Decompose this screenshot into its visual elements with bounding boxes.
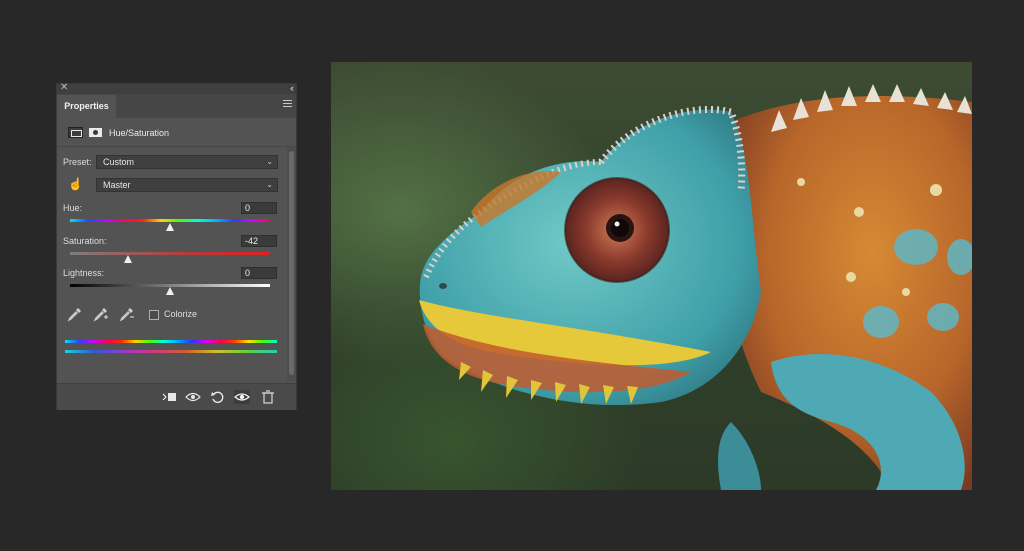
- panel-titlebar: ✕ ‹‹: [57, 82, 296, 94]
- saturation-slider-thumb[interactable]: [124, 255, 132, 263]
- input-color-bar: [65, 340, 277, 343]
- panel-tabbar: Properties: [57, 94, 296, 118]
- tab-properties[interactable]: Properties: [57, 95, 116, 118]
- panel-scrollbar[interactable]: [287, 147, 296, 381]
- chameleon-photo: [419, 84, 972, 490]
- view-previous-icon[interactable]: [185, 390, 201, 404]
- adjustment-layer-icon[interactable]: [68, 127, 83, 138]
- preset-dropdown[interactable]: Custom ⌄: [96, 155, 278, 169]
- channel-dropdown[interactable]: Master ⌄: [96, 178, 278, 192]
- eyedropper-icon[interactable]: [67, 306, 83, 322]
- reset-icon[interactable]: [210, 390, 226, 404]
- preset-value: Custom: [103, 157, 135, 167]
- eyedropper-minus-icon[interactable]: [119, 306, 135, 322]
- hue-label: Hue:: [63, 203, 83, 213]
- output-color-bar: [65, 350, 277, 353]
- layer-mask-icon[interactable]: [88, 127, 103, 138]
- clip-to-layer-icon[interactable]: [161, 390, 177, 404]
- colorize-checkbox[interactable]: [149, 310, 159, 320]
- trash-icon[interactable]: [260, 390, 276, 404]
- preset-label: Preset:: [63, 157, 92, 167]
- properties-panel: ✕ ‹‹ Properties Hue/Saturation Preset: C…: [56, 82, 297, 410]
- visibility-icon[interactable]: [234, 390, 250, 404]
- panel-menu-icon[interactable]: [283, 100, 292, 109]
- saturation-label: Saturation:: [63, 236, 107, 246]
- lightness-slider-thumb[interactable]: [166, 287, 174, 295]
- lightness-input[interactable]: 0: [241, 267, 277, 279]
- divider: [57, 146, 296, 147]
- chevron-down-icon: ⌄: [266, 180, 273, 189]
- hue-slider[interactable]: [70, 219, 270, 222]
- collapse-icon[interactable]: ‹‹: [290, 82, 294, 94]
- saturation-slider[interactable]: [70, 252, 270, 255]
- scrollbar-thumb[interactable]: [289, 151, 294, 375]
- eyedropper-plus-icon[interactable]: [93, 306, 109, 322]
- hue-slider-thumb[interactable]: [166, 223, 174, 231]
- saturation-input[interactable]: -42: [241, 235, 277, 247]
- hand-icon[interactable]: ☝: [68, 177, 83, 191]
- image-canvas[interactable]: [331, 62, 972, 490]
- channel-value: Master: [103, 180, 131, 190]
- lightness-label: Lightness:: [63, 268, 105, 278]
- panel-footer: [57, 383, 296, 410]
- close-icon[interactable]: ✕: [60, 82, 68, 94]
- adjustment-title: Hue/Saturation: [109, 128, 170, 138]
- chevron-down-icon: ⌄: [266, 157, 273, 166]
- hue-input[interactable]: 0: [241, 202, 277, 214]
- colorize-label: Colorize: [164, 309, 198, 319]
